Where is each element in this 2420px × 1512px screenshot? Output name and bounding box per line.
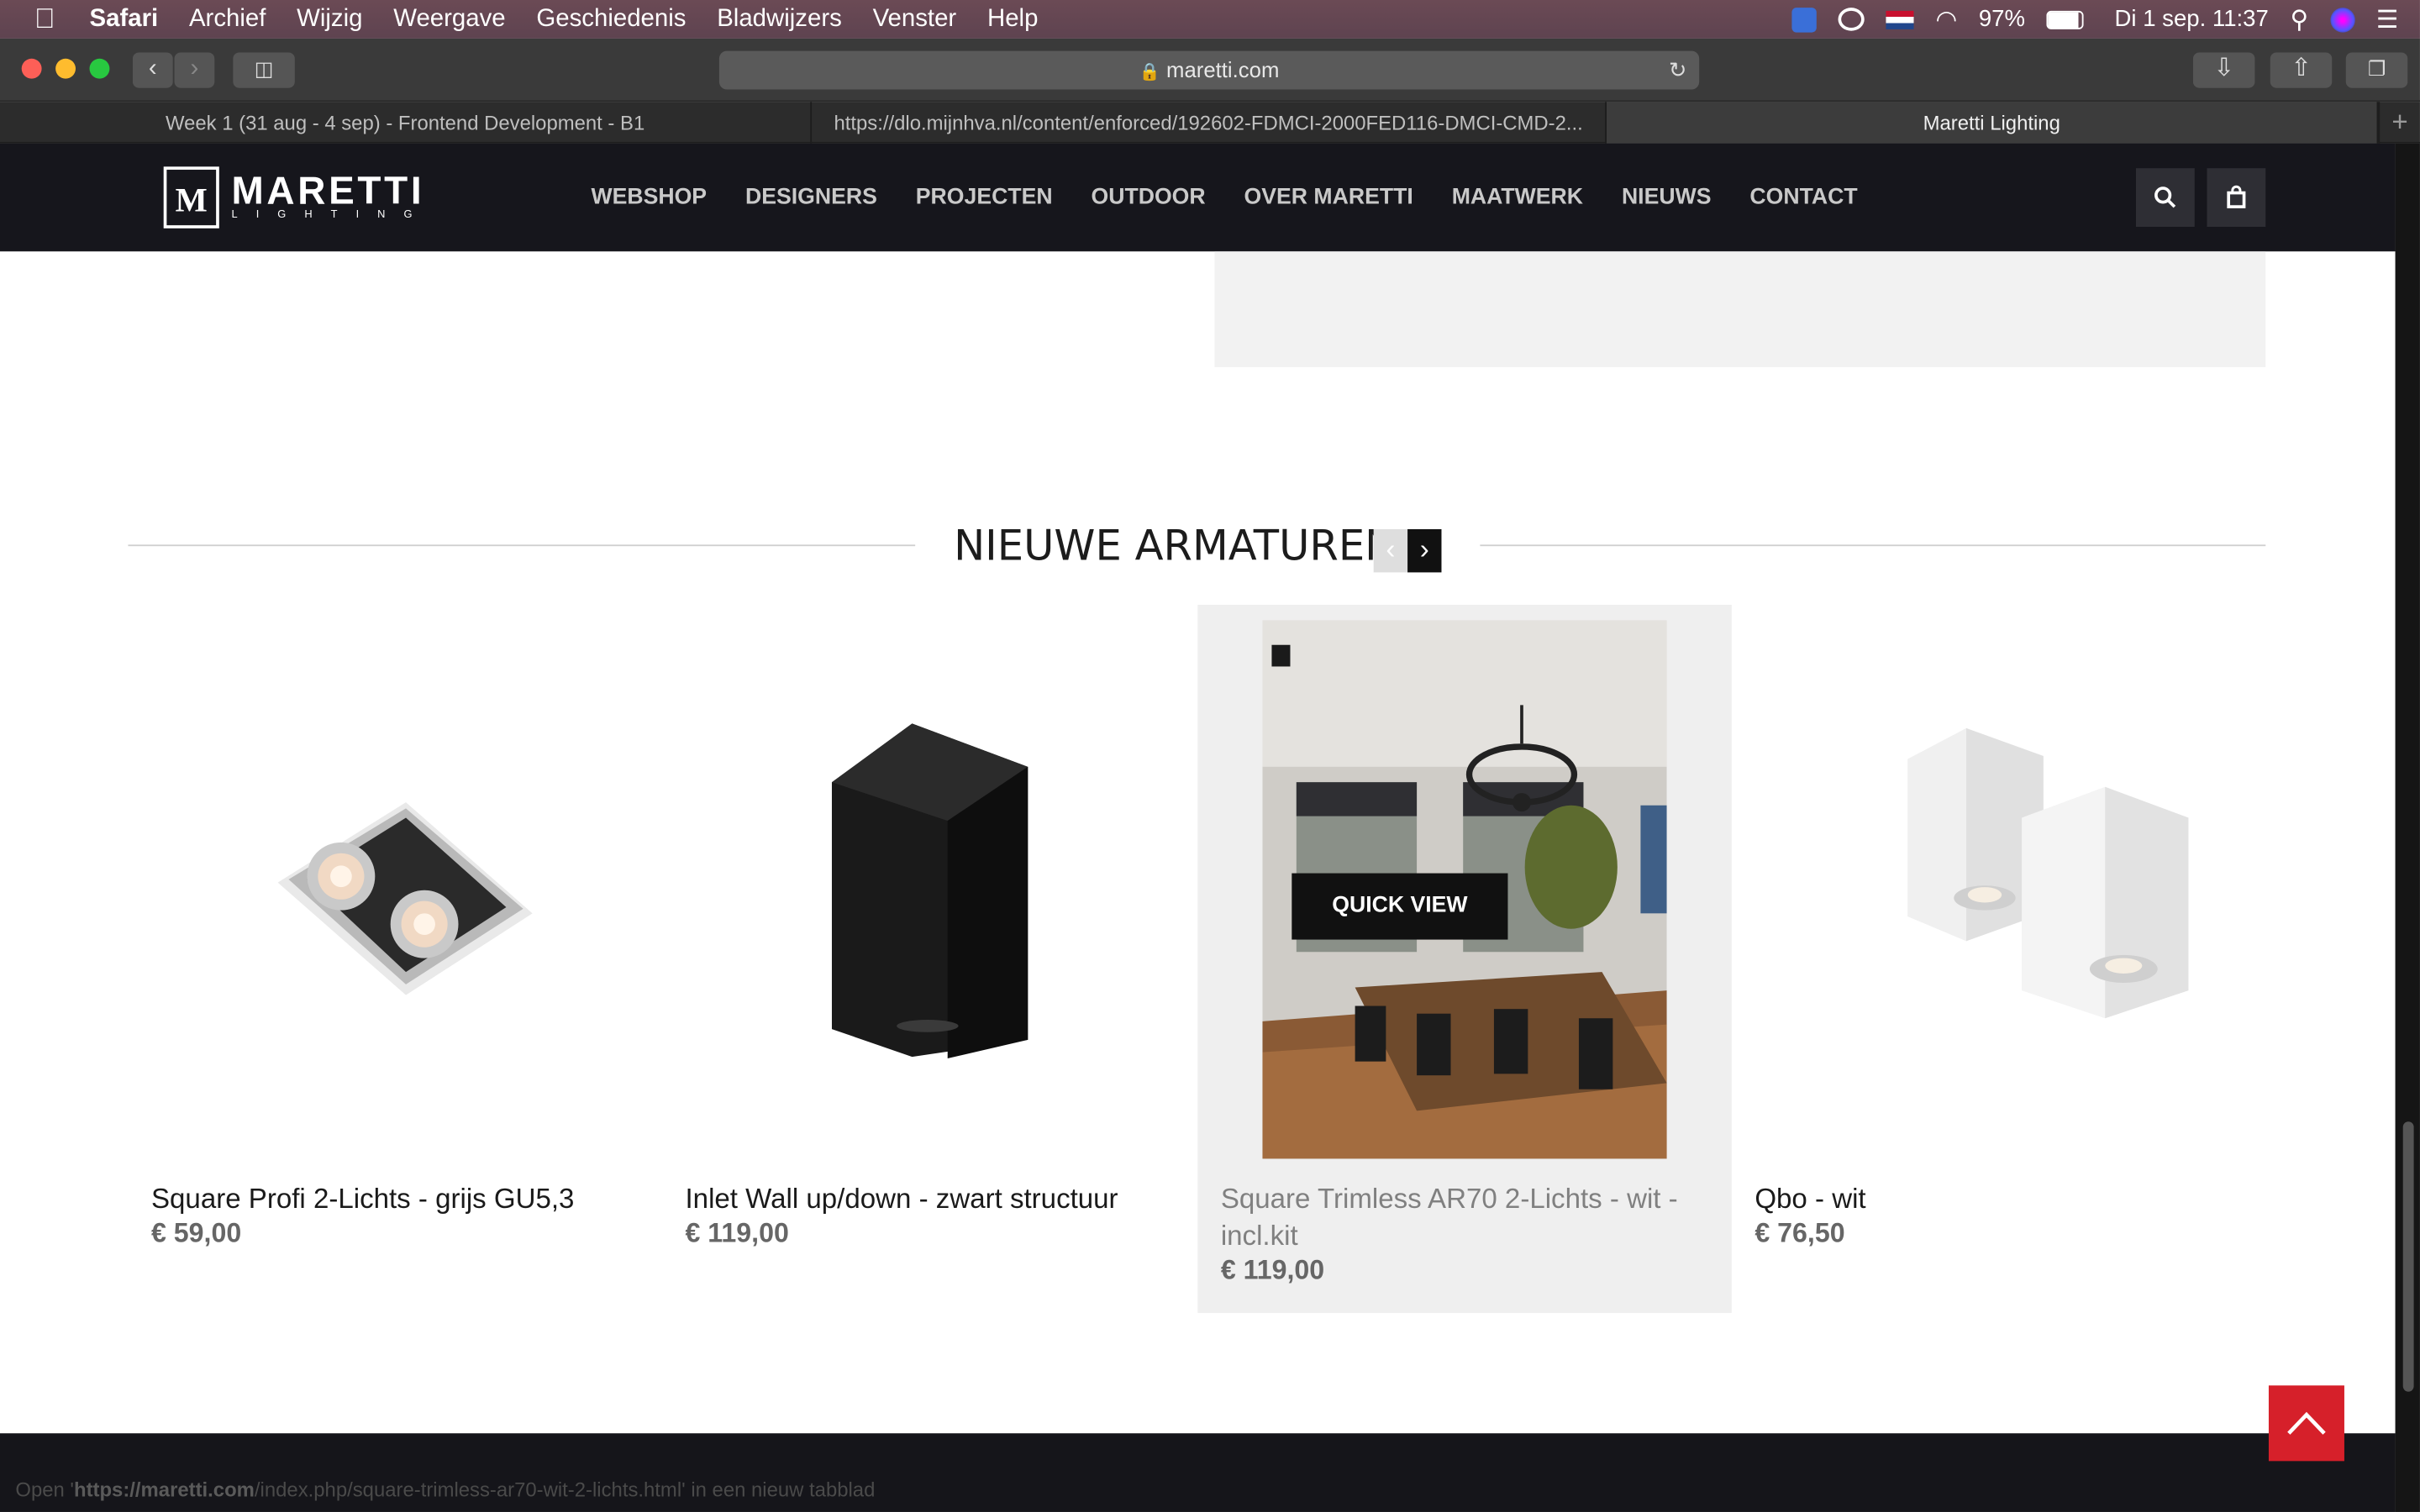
scroll-to-top-button[interactable] bbox=[2268, 1385, 2344, 1462]
menu-weergave[interactable]: Weergave bbox=[393, 5, 505, 33]
tab-dlo-mijnhva[interactable]: https://dlo.mijnhva.nl/content/enforced/… bbox=[812, 102, 1607, 144]
share-button[interactable]: ⇧ bbox=[2270, 52, 2333, 88]
macos-menubar:  Safari Archief Wijzig Weergave Geschie… bbox=[0, 0, 2420, 39]
tab-frontend-development[interactable]: Week 1 (31 aug - 4 sep) - Frontend Devel… bbox=[0, 102, 813, 144]
sidebar-toggle-button[interactable]: ◫ bbox=[233, 52, 295, 88]
nav-maatwerk[interactable]: MAATWERK bbox=[1452, 185, 1583, 209]
tab-overview-button[interactable]: ❐ bbox=[2345, 52, 2408, 88]
language-flag-icon[interactable] bbox=[1886, 9, 1914, 29]
tab-bar: Week 1 (31 aug - 4 sep) - Frontend Devel… bbox=[0, 102, 2420, 144]
teamviewer-icon[interactable] bbox=[1791, 7, 1818, 32]
cart-button[interactable] bbox=[2207, 168, 2266, 227]
divider-left bbox=[128, 544, 916, 547]
new-tab-button[interactable]: + bbox=[2378, 102, 2420, 144]
reload-icon[interactable]: ↻ bbox=[1669, 51, 1687, 90]
nav-webshop[interactable]: WEBSHOP bbox=[591, 185, 707, 209]
forward-button[interactable]: › bbox=[174, 52, 215, 88]
nav-projecten[interactable]: PROJECTEN bbox=[916, 185, 1053, 209]
downloads-button[interactable]: ⇩ bbox=[2192, 52, 2255, 88]
notification-center-icon[interactable]: ☰ bbox=[2376, 4, 2398, 35]
product-name[interactable]: Qbo - wit bbox=[1754, 1180, 2249, 1217]
product-image-white-cube[interactable] bbox=[1796, 620, 2202, 1159]
nav-over-maretti[interactable]: OVER MARETTI bbox=[1244, 185, 1413, 209]
nav-outdoor[interactable]: OUTDOOR bbox=[1092, 185, 1206, 209]
product-image-wall-light[interactable] bbox=[727, 620, 1132, 1159]
back-button[interactable]: ‹ bbox=[132, 52, 173, 88]
scrollbar-thumb[interactable] bbox=[2402, 1121, 2414, 1392]
main-nav: WEBSHOP DESIGNERS PROJECTEN OUTDOOR OVER… bbox=[591, 144, 1896, 252]
nav-nieuws[interactable]: NIEUWS bbox=[1622, 185, 1712, 209]
lock-icon: 🔒 bbox=[1139, 63, 1160, 82]
status-path: /index.php/square-trimless-ar70-wit-2-li… bbox=[254, 1478, 682, 1502]
search-button[interactable] bbox=[2135, 168, 2195, 227]
menu-archief[interactable]: Archief bbox=[189, 5, 266, 33]
quick-view-button[interactable]: QUICK VIEW bbox=[1292, 873, 1508, 940]
logo-subtitle: LIGHTING bbox=[231, 209, 431, 221]
menu-geschiedenis[interactable]: Geschiedenis bbox=[536, 5, 686, 33]
divider-right bbox=[1480, 544, 2266, 547]
menu-app-name[interactable]: Safari bbox=[90, 5, 159, 33]
shopping-bag-icon bbox=[2227, 185, 2246, 208]
product-name[interactable]: Square Profi 2-Lichts - grijs GU5,3 bbox=[151, 1180, 645, 1217]
address-bar[interactable]: 🔒 maretti.com ↻ bbox=[718, 50, 1700, 90]
product-price: € 76,50 bbox=[1754, 1217, 1845, 1248]
menu-help[interactable]: Help bbox=[987, 5, 1038, 33]
product-card[interactable]: Square Profi 2-Lichts - grijs GU5,3 € 59… bbox=[128, 605, 661, 1313]
apple-menu-icon[interactable]:  bbox=[0, 3, 90, 36]
logo-emblem: M bbox=[163, 166, 219, 228]
spotlight-search-icon[interactable]: ⚲ bbox=[2291, 4, 2309, 35]
menu-bladwijzers[interactable]: Bladwijzers bbox=[717, 5, 842, 33]
zoom-window-button[interactable] bbox=[89, 58, 110, 79]
product-name[interactable]: Inlet Wall up/down - zwart structuur bbox=[685, 1180, 1179, 1217]
carousel-prev-button[interactable]: ‹ bbox=[1373, 528, 1408, 573]
menu-venster[interactable]: Venster bbox=[873, 5, 957, 33]
clock[interactable]: Di 1 sep. 11:37 bbox=[2115, 6, 2269, 32]
site-header: M MARETTI LIGHTING WEBSHOP DESIGNERS PRO… bbox=[0, 143, 2396, 252]
status-bar-link-preview: Open 'https://maretti.com/index.php/squa… bbox=[15, 1478, 876, 1502]
page-content: NIEUWE ARMATUREN ‹ › Square Profi 2-Lich… bbox=[0, 251, 2396, 1434]
nav-designers[interactable]: DESIGNERS bbox=[745, 185, 877, 209]
page-scrollbar[interactable] bbox=[2395, 143, 2420, 1512]
status-host: https://maretti.com bbox=[73, 1478, 255, 1502]
minimize-window-button[interactable] bbox=[55, 58, 76, 79]
section-title: NIEUWE ARMATUREN bbox=[954, 522, 1397, 571]
menu-wijzig[interactable]: Wijzig bbox=[297, 5, 362, 33]
carousel-next-button[interactable]: › bbox=[1407, 528, 1442, 573]
battery-icon[interactable] bbox=[2046, 9, 2084, 29]
chevron-up-icon bbox=[2287, 1411, 2326, 1435]
search-icon bbox=[2154, 186, 2176, 208]
creative-cloud-icon[interactable] bbox=[1838, 8, 1865, 31]
product-name[interactable]: Square Trimless AR70 2-Lichts - wit - in… bbox=[1221, 1180, 1715, 1254]
maretti-logo[interactable]: M MARETTI LIGHTING bbox=[163, 166, 431, 228]
content-grey-panel bbox=[1214, 251, 2266, 368]
product-card[interactable]: Inlet Wall up/down - zwart structuur € 1… bbox=[662, 605, 1196, 1313]
browser-toolbar: ‹ › ◫ 🔒 maretti.com ↻ ⇩ ⇧ ❐ bbox=[0, 38, 2420, 102]
url-text: maretti.com bbox=[1166, 56, 1280, 82]
product-price: € 59,00 bbox=[150, 1217, 242, 1248]
siri-icon[interactable] bbox=[2329, 7, 2355, 32]
product-price: € 119,00 bbox=[1220, 1254, 1325, 1285]
product-price: € 119,00 bbox=[685, 1217, 789, 1248]
product-image-recessed-spot[interactable] bbox=[192, 620, 597, 1159]
product-card[interactable]: Qbo - wit € 76,50 bbox=[1732, 605, 2265, 1313]
nav-contact[interactable]: CONTACT bbox=[1749, 185, 1857, 209]
battery-percentage: 97% bbox=[1978, 6, 2026, 33]
close-window-button[interactable] bbox=[21, 58, 42, 79]
tab-maretti-lighting[interactable]: Maretti Lighting bbox=[1607, 102, 2379, 144]
wifi-icon[interactable]: ◠ bbox=[1935, 4, 1957, 35]
product-card-hover[interactable]: QUICK VIEW Square Trimless AR70 2-Lichts… bbox=[1197, 604, 1732, 1314]
logo-wordmark: MARETTI bbox=[231, 170, 425, 213]
